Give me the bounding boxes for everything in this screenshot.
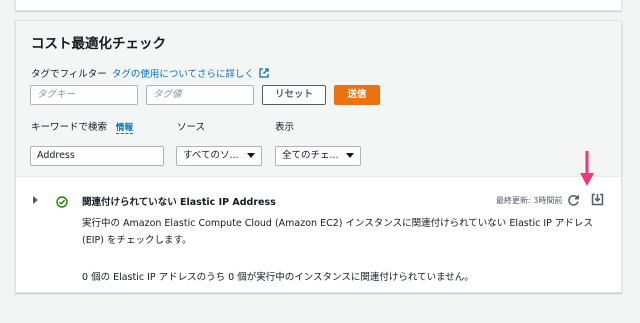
tag-filter-label: タグでフィルター	[31, 69, 107, 80]
send-button[interactable]: 送信	[334, 85, 380, 105]
panel-header: コスト最適化チェック タグでフィルター タグの使用についてさらに詳しく タグキー…	[16, 21, 621, 177]
check-title[interactable]: 関連付けられていない Elastic IP Address	[82, 194, 276, 208]
last-updated-text: 最終更新: 3時間前	[496, 196, 563, 205]
tag-filter-row: タグでフィルター タグの使用についてさらに詳しく	[31, 66, 269, 80]
download-icon[interactable]	[591, 191, 604, 206]
reset-button[interactable]: リセット	[262, 85, 326, 105]
display-select[interactable]: 全てのチェ...	[275, 146, 361, 166]
check-item: 関連付けられていない Elastic IP Address 最終更新: 3時間前…	[16, 177, 621, 292]
keyword-search-label-text: キーワードで検索	[31, 122, 108, 133]
section-title: コスト最適化チェック	[31, 36, 166, 52]
cost-optimization-panel: コスト最適化チェック タグでフィルター タグの使用についてさらに詳しく タグキー…	[15, 20, 622, 293]
previous-panel	[15, 0, 622, 11]
refresh-icon[interactable]	[567, 192, 580, 206]
keyword-search-input[interactable]: Address	[30, 146, 164, 166]
info-link[interactable]: 情報	[116, 123, 134, 134]
expand-caret-icon[interactable]	[33, 196, 38, 204]
check-description: 実行中の Amazon Elastic Compute Cloud (Amazo…	[82, 218, 593, 246]
display-select-value: 全てのチェ...	[282, 150, 339, 161]
check-circle-icon	[56, 193, 68, 208]
source-label: ソース	[177, 122, 206, 133]
chevron-down-icon	[247, 153, 255, 158]
chevron-down-icon	[346, 153, 354, 158]
source-select[interactable]: すべてのソ...	[176, 146, 262, 166]
check-summary: 0 個の Elastic IP アドレスのうち 0 個が実行中のインスタンスに関…	[82, 272, 474, 283]
keyword-search-label: キーワードで検索 情報	[31, 119, 134, 134]
tag-learn-more-link[interactable]: タグの使用についてさらに詳しく	[112, 66, 254, 80]
display-label: 表示	[275, 122, 295, 133]
tag-key-input[interactable]: タグキー	[30, 85, 138, 105]
tag-value-input[interactable]: タグ値	[146, 85, 254, 105]
external-link-icon[interactable]	[259, 68, 269, 78]
annotation-arrow-icon	[580, 151, 594, 186]
source-select-value: すべてのソ...	[183, 150, 239, 161]
